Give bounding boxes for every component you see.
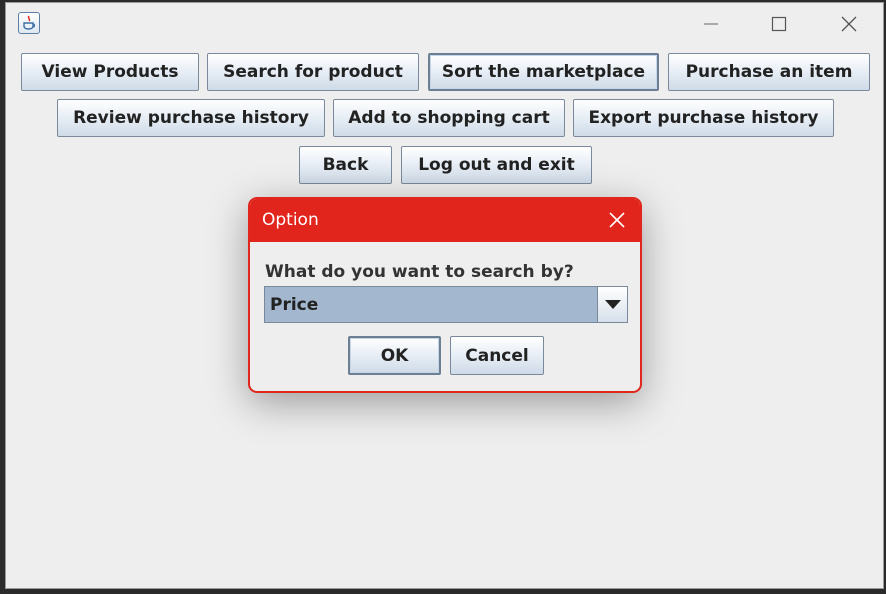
back-button[interactable]: Back: [299, 146, 392, 184]
dialog-titlebar[interactable]: Option: [250, 199, 640, 242]
search-for-product-button[interactable]: Search for product: [207, 53, 419, 91]
dialog-prompt: What do you want to search by?: [265, 262, 574, 282]
minimize-icon: [704, 23, 718, 25]
export-purchase-history-button[interactable]: Export purchase history: [573, 99, 834, 137]
window-titlebar[interactable]: [6, 3, 883, 43]
combo-dropdown-button[interactable]: [597, 287, 627, 322]
add-to-cart-button[interactable]: Add to shopping cart: [333, 99, 565, 137]
minimize-button[interactable]: [696, 11, 726, 37]
java-cup-icon[interactable]: [18, 12, 40, 34]
close-icon: [841, 16, 857, 32]
maximize-button[interactable]: [764, 11, 794, 37]
maximize-icon: [771, 16, 787, 32]
combo-selected-value: Price: [270, 295, 319, 315]
sort-marketplace-button[interactable]: Sort the marketplace: [428, 53, 659, 91]
close-icon: [609, 212, 625, 228]
dialog-title: Option: [262, 210, 319, 230]
logout-exit-button[interactable]: Log out and exit: [401, 146, 592, 184]
dialog-close-button[interactable]: [604, 208, 630, 232]
search-by-combobox[interactable]: Price: [264, 286, 628, 323]
review-purchase-history-button[interactable]: Review purchase history: [57, 99, 325, 137]
desktop-edge: [0, 589, 886, 594]
purchase-item-button[interactable]: Purchase an item: [668, 53, 870, 91]
chevron-down-icon: [605, 300, 621, 309]
option-dialog: Option What do you want to search by? Pr…: [248, 197, 642, 393]
view-products-button[interactable]: View Products: [21, 53, 199, 91]
cancel-button[interactable]: Cancel: [450, 336, 544, 375]
close-button[interactable]: [834, 11, 864, 37]
ok-button[interactable]: OK: [348, 336, 441, 375]
